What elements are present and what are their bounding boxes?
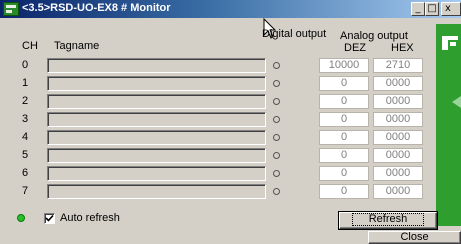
refresh-button[interactable]: Refresh [338,211,438,230]
analog-hex-field: 0000 [373,184,423,199]
channel-number: 6 [22,167,29,179]
channel-row: 3 0 0000 [0,110,436,128]
status-led-icon [17,214,25,222]
channel-number: 2 [22,95,29,107]
header-tagname: Tagname [54,40,100,52]
tagname-field[interactable] [47,94,266,109]
analog-dez-field: 0 [319,76,369,91]
logo-icon [442,36,458,50]
digital-output-led [273,116,280,123]
digital-output-led [273,80,280,87]
header-digital-output: Digital output [262,28,327,40]
auto-refresh-checkbox[interactable] [44,213,55,224]
tagname-field[interactable] [47,184,266,199]
analog-hex-field: 0000 [373,166,423,181]
side-panel [436,24,461,226]
analog-dez-field: 10000 [319,58,369,73]
channel-row: 0 10000 2710 [0,56,436,74]
header-hex: HEX [391,42,414,54]
channel-row: 7 0 0000 [0,182,436,200]
channel-number: 4 [22,131,29,143]
channel-number: 5 [22,149,29,161]
analog-dez-field: 0 [319,94,369,109]
channel-row: 4 0 0000 [0,128,436,146]
header-ch: CH [22,40,38,52]
channel-number: 1 [22,77,29,89]
close-window-button[interactable]: x [441,2,461,16]
analog-hex-field: 0000 [373,148,423,163]
tagname-field[interactable] [47,58,266,73]
panel-arrow-icon [452,96,461,108]
header-dez: DEZ [344,42,366,54]
analog-dez-field: 0 [319,130,369,145]
analog-dez-field: 0 [319,112,369,127]
channel-row: 5 0 0000 [0,146,436,164]
analog-hex-field: 0000 [373,130,423,145]
maximize-button[interactable]: □ [425,2,439,16]
tagname-field[interactable] [47,76,266,91]
tagname-field[interactable] [47,112,266,127]
auto-refresh-label: Auto refresh [60,212,120,224]
digital-output-led [273,62,280,69]
tagname-field[interactable] [47,148,266,163]
analog-dez-field: 0 [319,148,369,163]
header-analog-output: Analog output [340,30,408,42]
analog-hex-field: 0000 [373,76,423,91]
title-bar[interactable]: <3.5>RSD-UO-EX8 # Monitor _ □ x [0,0,461,18]
channel-row: 2 0 0000 [0,92,436,110]
channel-number: 0 [22,59,29,71]
window-title: <3.5>RSD-UO-EX8 # Monitor [22,2,171,14]
refresh-button-label: Refresh [351,213,425,226]
digital-output-led [273,152,280,159]
analog-dez-field: 0 [319,166,369,181]
digital-output-led [273,170,280,177]
minimize-button[interactable]: _ [411,2,425,16]
digital-output-led [273,98,280,105]
analog-hex-field: 0000 [373,112,423,127]
channel-number: 7 [22,185,29,197]
close-button[interactable]: Close [368,231,461,244]
channel-row: 1 0 0000 [0,74,436,92]
digital-output-led [273,134,280,141]
channel-list: 0 10000 2710 1 0 0000 2 0 0000 3 0 0000 [0,56,436,200]
tagname-field[interactable] [47,166,266,181]
checkmark-icon [45,214,54,222]
analog-hex-field: 0000 [373,94,423,109]
analog-hex-field: 2710 [373,58,423,73]
analog-dez-field: 0 [319,184,369,199]
digital-output-led [273,188,280,195]
channel-row: 6 0 0000 [0,164,436,182]
monitor-window: <3.5>RSD-UO-EX8 # Monitor _ □ x CH Tagna… [0,0,461,244]
app-icon [3,2,19,16]
tagname-field[interactable] [47,130,266,145]
channel-number: 3 [22,113,29,125]
